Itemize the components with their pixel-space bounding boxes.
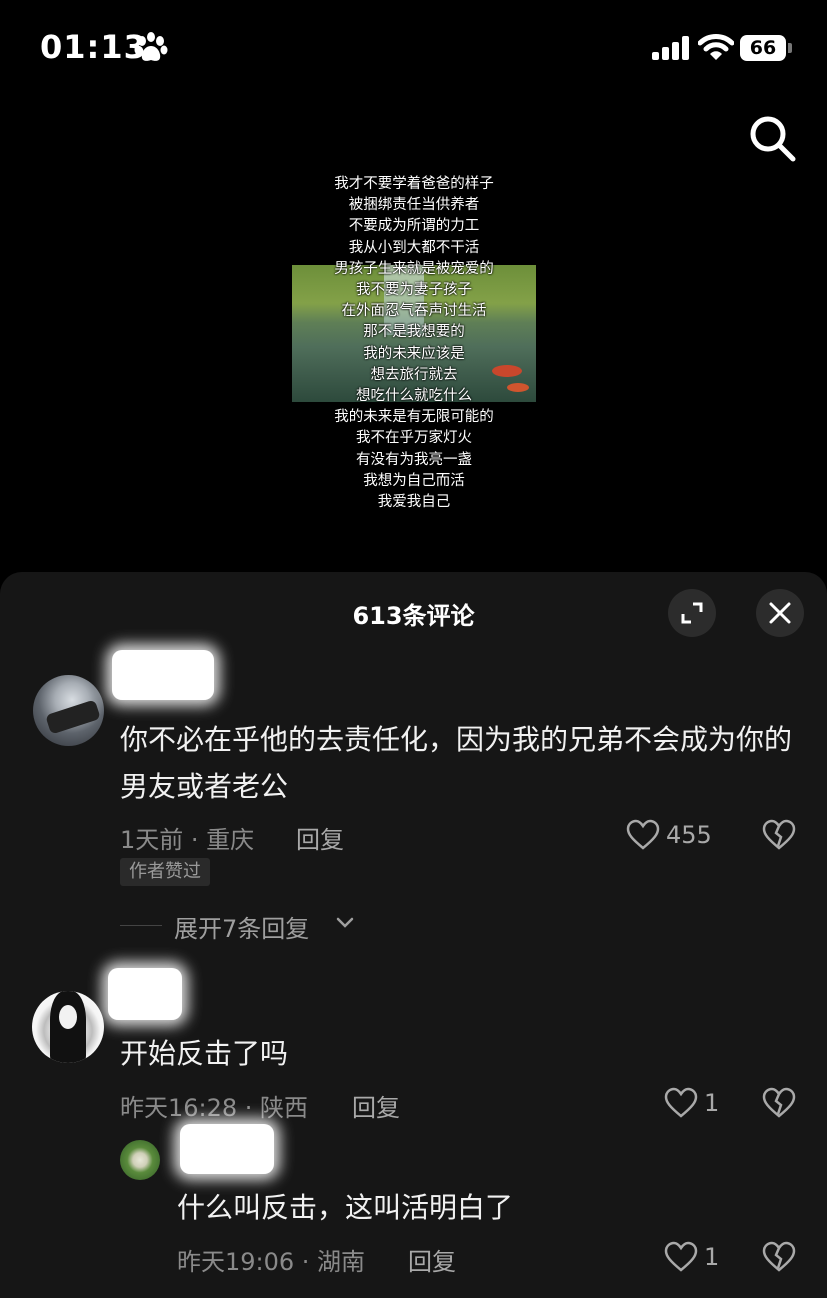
close-icon <box>769 602 791 624</box>
lyric-line: 有没有为我亮一盏 <box>356 451 472 468</box>
like-button[interactable]: 455 <box>626 819 726 851</box>
lyric-line: 我不在乎万家灯火 <box>356 430 472 447</box>
heart-icon <box>626 819 660 850</box>
like-count: 455 <box>666 821 712 849</box>
username-redacted[interactable] <box>112 650 214 700</box>
paw-icon <box>134 32 168 61</box>
lyric-line: 我的未来是有无限可能的 <box>334 409 494 426</box>
lyric-line: 想吃什么就吃什么 <box>356 388 472 405</box>
avatar[interactable] <box>32 991 104 1063</box>
like-count: 1 <box>704 1089 720 1117</box>
signal-icon <box>652 36 689 60</box>
lyric-line: 男孩子生来就是被宠爱的 <box>334 260 494 277</box>
like-button[interactable]: 1 <box>664 1241 724 1273</box>
broken-heart-icon[interactable] <box>762 819 796 851</box>
video-lyrics: 我才不要学着爸爸的样子 被捆绑责任当供养者 不要成为所谓的力工 我从小到大都不干… <box>250 174 578 513</box>
lyric-line: 在外面忍气吞声讨生活 <box>341 303 487 320</box>
status-time: 01:13 <box>40 28 147 66</box>
reply-button[interactable]: 回复 <box>296 820 344 855</box>
lyric-line: 不要成为所谓的力工 <box>348 218 480 235</box>
heart-icon <box>664 1087 698 1118</box>
lyric-line: 我才不要学着爸爸的样子 <box>334 176 494 192</box>
lyric-line: 我的未来应该是 <box>363 345 465 362</box>
like-button[interactable]: 1 <box>664 1087 724 1119</box>
comment-text: 什么叫反击，这叫活明白了 <box>177 1191 514 1224</box>
comment-meta: 昨天16:28 · 陕西 <box>120 1094 309 1122</box>
lyric-line: 想去旅行就去 <box>370 366 458 383</box>
reply-button[interactable]: 回复 <box>408 1242 456 1277</box>
like-count: 1 <box>704 1243 720 1271</box>
comment-meta: 1天前 · 重庆 <box>120 826 255 854</box>
wifi-icon <box>698 34 734 60</box>
broken-heart-icon[interactable] <box>762 1087 796 1119</box>
avatar[interactable] <box>33 675 104 746</box>
battery-icon: 66 <box>740 35 792 61</box>
expand-icon <box>681 602 703 624</box>
comment-text: 开始反击了吗 <box>120 1037 289 1070</box>
author-liked-badge: 作者赞过 <box>120 858 210 886</box>
expand-replies-button[interactable]: 展开7条回复 <box>174 909 309 944</box>
username-redacted[interactable] <box>180 1124 274 1174</box>
lyric-line: 被捆绑责任当供养者 <box>348 197 480 214</box>
comment-meta: 昨天19:06 · 湖南 <box>177 1248 366 1276</box>
broken-heart-icon[interactable] <box>762 1241 796 1273</box>
lyric-line: 我从小到大都不干活 <box>348 239 480 256</box>
lyric-line: 我想为自己而活 <box>363 472 465 489</box>
lyric-line: 我不要为妻子孩子 <box>356 282 472 299</box>
status-bar: 01:13 66 <box>0 0 827 100</box>
comment-text: 你不必在乎他的去责任化，因为我的兄弟不会成为你的男友或者老公 <box>120 723 793 803</box>
avatar[interactable] <box>120 1140 160 1180</box>
expand-panel-button[interactable] <box>668 589 716 637</box>
divider <box>120 925 162 926</box>
lyric-line: 我爱我自己 <box>377 494 451 511</box>
heart-icon <box>664 1241 698 1272</box>
search-icon[interactable] <box>746 112 798 164</box>
close-panel-button[interactable] <box>756 589 804 637</box>
battery-level: 66 <box>740 35 786 61</box>
reply-button[interactable]: 回复 <box>352 1088 400 1123</box>
chevron-down-icon <box>336 917 354 928</box>
username-redacted[interactable] <box>108 968 182 1020</box>
lyric-line: 那不是我想要的 <box>363 324 465 341</box>
